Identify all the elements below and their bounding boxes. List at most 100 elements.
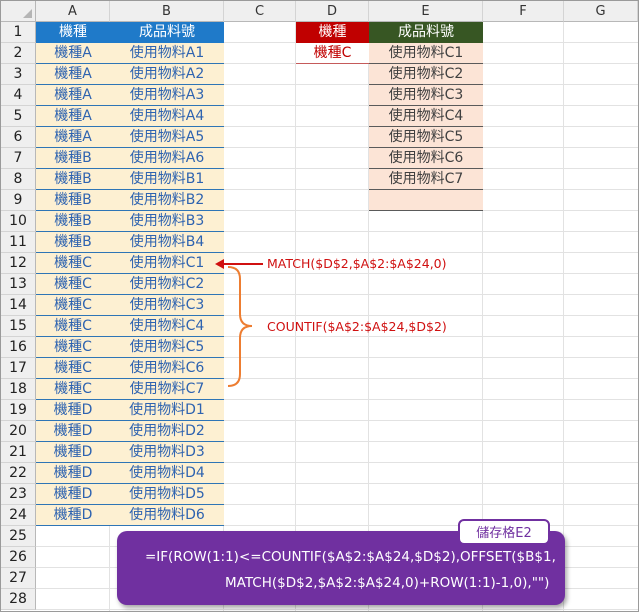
column-header-d[interactable]: D — [296, 1, 369, 22]
row-header-25[interactable]: 25 — [1, 526, 36, 547]
row-header-5[interactable]: 5 — [1, 106, 36, 127]
cell-b9[interactable]: 使用物料B2 — [110, 190, 224, 211]
cell-b4[interactable]: 使用物料A3 — [110, 85, 224, 106]
cell-a3[interactable]: 機種A — [36, 64, 110, 85]
cell-a2[interactable]: 機種A — [36, 43, 110, 64]
cell-a18[interactable]: 機種C — [36, 379, 110, 400]
cell-e2[interactable]: 使用物料C1 — [369, 43, 483, 64]
cell-b2[interactable]: 使用物料A1 — [110, 43, 224, 64]
row-header-11[interactable]: 11 — [1, 232, 36, 253]
cell-e1[interactable]: 成品料號 — [369, 22, 483, 43]
column-header-b[interactable]: B — [110, 1, 224, 22]
cell-a14[interactable]: 機種C — [36, 295, 110, 316]
cell-b19[interactable]: 使用物料D1 — [110, 400, 224, 421]
cell-a17[interactable]: 機種C — [36, 358, 110, 379]
row-header-2[interactable]: 2 — [1, 43, 36, 64]
cell-b22[interactable]: 使用物料D4 — [110, 463, 224, 484]
cell-a20[interactable]: 機種D — [36, 421, 110, 442]
cell-b18[interactable]: 使用物料C7 — [110, 379, 224, 400]
cell-a15[interactable]: 機種C — [36, 316, 110, 337]
cell-e3[interactable]: 使用物料C2 — [369, 64, 483, 85]
cell-b8[interactable]: 使用物料B1 — [110, 169, 224, 190]
cell-a16[interactable]: 機種C — [36, 337, 110, 358]
cell-e4[interactable]: 使用物料C3 — [369, 85, 483, 106]
grid-column-line — [295, 22, 296, 611]
column-header-c[interactable]: C — [224, 1, 296, 22]
cell-a22[interactable]: 機種D — [36, 463, 110, 484]
cell-b3[interactable]: 使用物料A2 — [110, 64, 224, 85]
cell-b13[interactable]: 使用物料C2 — [110, 274, 224, 295]
cell-b11[interactable]: 使用物料B4 — [110, 232, 224, 253]
cell-a8[interactable]: 機種B — [36, 169, 110, 190]
row-header-12[interactable]: 12 — [1, 253, 36, 274]
formula-line-2: MATCH($D$2,$A$2:$A$24,0)+ROW(1:1)-1,0),"… — [225, 575, 550, 591]
cell-a19[interactable]: 機種D — [36, 400, 110, 421]
cell-a9[interactable]: 機種B — [36, 190, 110, 211]
cell-a6[interactable]: 機種A — [36, 127, 110, 148]
row-header-28[interactable]: 28 — [1, 589, 36, 610]
column-header-e[interactable]: E — [369, 1, 483, 22]
spreadsheet: ABCDEFG 1 2 3 4 5 6 7 8 9 10 11 12 13 14 15 16 17 18 19 20 2… — [0, 0, 639, 612]
row-header-24[interactable]: 24 — [1, 505, 36, 526]
cell-a4[interactable]: 機種A — [36, 85, 110, 106]
cell-e7[interactable]: 使用物料C6 — [369, 148, 483, 169]
column-header-f[interactable]: F — [483, 1, 564, 22]
cell-e5[interactable]: 使用物料C4 — [369, 106, 483, 127]
column-header-g[interactable]: G — [564, 1, 638, 22]
cell-b5[interactable]: 使用物料A4 — [110, 106, 224, 127]
cell-e8[interactable]: 使用物料C7 — [369, 169, 483, 190]
cell-b12[interactable]: 使用物料C1 — [110, 253, 224, 274]
cell-b14[interactable]: 使用物料C3 — [110, 295, 224, 316]
cell-d1[interactable]: 機種 — [296, 22, 369, 43]
row-header-1[interactable]: 1 — [1, 22, 36, 43]
cell-b15[interactable]: 使用物料C4 — [110, 316, 224, 337]
cell-a7[interactable]: 機種B — [36, 148, 110, 169]
cell-a13[interactable]: 機種C — [36, 274, 110, 295]
row-header-4[interactable]: 4 — [1, 85, 36, 106]
row-header-3[interactable]: 3 — [1, 64, 36, 85]
row-header-6[interactable]: 6 — [1, 127, 36, 148]
cell-e9[interactable] — [369, 190, 483, 211]
cell-b6[interactable]: 使用物料A5 — [110, 127, 224, 148]
cell-b20[interactable]: 使用物料D2 — [110, 421, 224, 442]
cell-a21[interactable]: 機種D — [36, 442, 110, 463]
cell-a11[interactable]: 機種B — [36, 232, 110, 253]
row-header-14[interactable]: 14 — [1, 295, 36, 316]
row-header-18[interactable]: 18 — [1, 379, 36, 400]
cell-a12[interactable]: 機種C — [36, 253, 110, 274]
cell-d2[interactable]: 機種C — [296, 43, 369, 64]
row-header-10[interactable]: 10 — [1, 211, 36, 232]
row-header-22[interactable]: 22 — [1, 463, 36, 484]
cell-b16[interactable]: 使用物料C5 — [110, 337, 224, 358]
cell-b17[interactable]: 使用物料C6 — [110, 358, 224, 379]
row-header-8[interactable]: 8 — [1, 169, 36, 190]
row-header-27[interactable]: 27 — [1, 568, 36, 589]
cell-a23[interactable]: 機種D — [36, 484, 110, 505]
row-header-21[interactable]: 21 — [1, 442, 36, 463]
select-all-corner[interactable] — [1, 1, 36, 22]
row-header-7[interactable]: 7 — [1, 148, 36, 169]
row-header-9[interactable]: 9 — [1, 190, 36, 211]
cell-b10[interactable]: 使用物料B3 — [110, 211, 224, 232]
row-header-23[interactable]: 23 — [1, 484, 36, 505]
cell-b21[interactable]: 使用物料D3 — [110, 442, 224, 463]
cell-a10[interactable]: 機種B — [36, 211, 110, 232]
cell-a24[interactable]: 機種D — [36, 505, 110, 526]
formula-line-1: =IF(ROW(1:1)<=COUNTIF($A$2:$A$24,$D$2),O… — [145, 549, 556, 565]
cell-a5[interactable]: 機種A — [36, 106, 110, 127]
row-header-19[interactable]: 19 — [1, 400, 36, 421]
cell-b24[interactable]: 使用物料D6 — [110, 505, 224, 526]
cell-a1[interactable]: 機種 — [36, 22, 110, 43]
row-header-16[interactable]: 16 — [1, 337, 36, 358]
cell-e6[interactable]: 使用物料C5 — [369, 127, 483, 148]
row-header-13[interactable]: 13 — [1, 274, 36, 295]
row-header-17[interactable]: 17 — [1, 358, 36, 379]
cell-b23[interactable]: 使用物料D5 — [110, 484, 224, 505]
row-header-20[interactable]: 20 — [1, 421, 36, 442]
column-header-a[interactable]: A — [36, 1, 110, 22]
cell-b1[interactable]: 成品料號 — [110, 22, 224, 43]
match-annotation: MATCH($D$2,$A$2:$A$24,0) — [267, 256, 447, 271]
row-header-15[interactable]: 15 — [1, 316, 36, 337]
row-header-26[interactable]: 26 — [1, 547, 36, 568]
cell-b7[interactable]: 使用物料A6 — [110, 148, 224, 169]
